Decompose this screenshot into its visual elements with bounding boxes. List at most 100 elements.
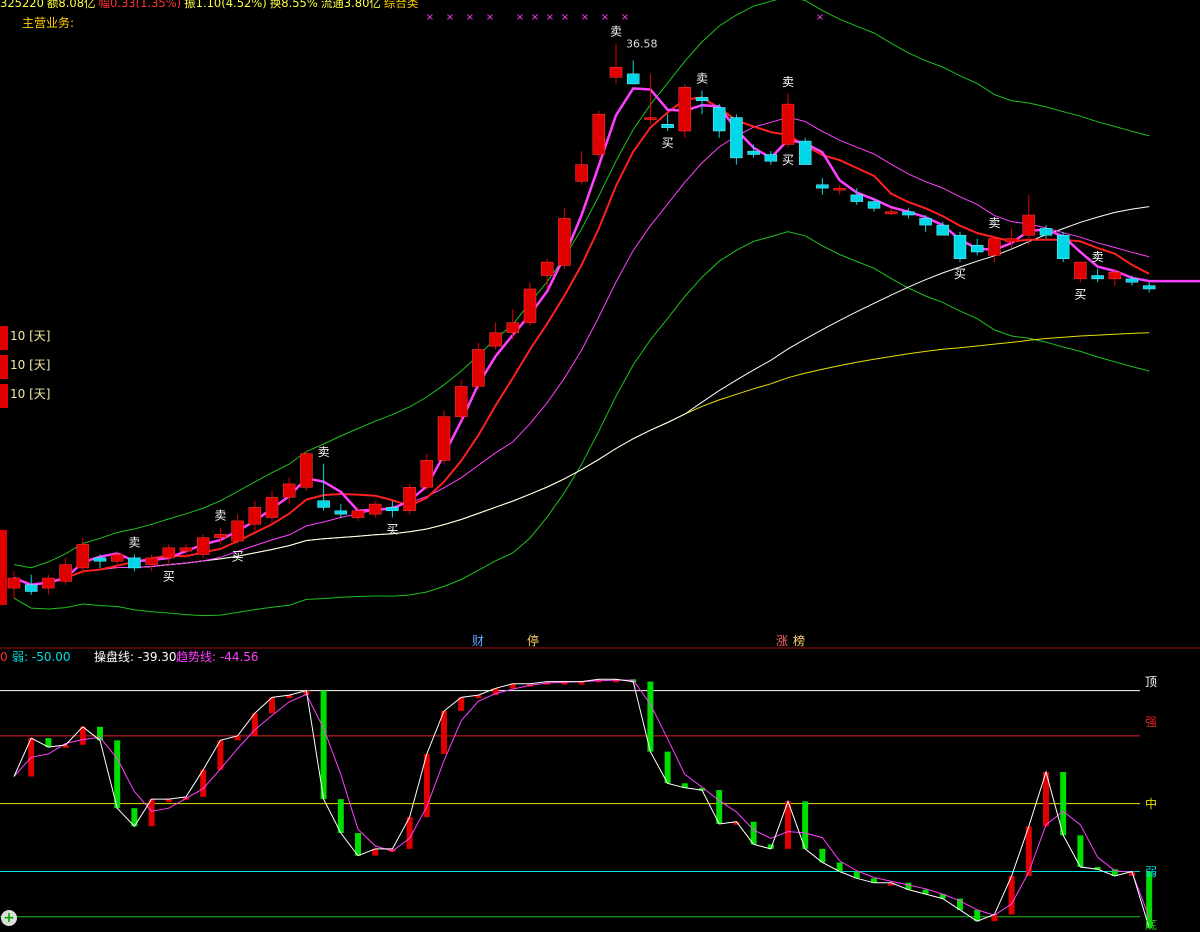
operation-line-value: 操盘线: -39.30	[94, 650, 177, 664]
candle-up	[678, 87, 692, 132]
side-marker-box	[0, 355, 8, 379]
level-label-middle: 中	[1145, 797, 1158, 811]
top-marker: ×	[816, 12, 824, 23]
candle-down	[695, 97, 709, 101]
candle-down	[626, 73, 640, 85]
candle-up	[988, 238, 1001, 256]
top-marker: ×	[486, 12, 494, 23]
candle-up	[1108, 271, 1122, 280]
upper-band-line	[13, 0, 1150, 569]
candle-up	[833, 187, 846, 191]
top-marker: ×	[531, 12, 539, 23]
candle-up	[437, 416, 451, 461]
top-marker: ×	[466, 12, 474, 23]
buy-signal: 买	[1074, 287, 1086, 301]
float: 流通3.80亿	[320, 0, 381, 10]
sell-signal: 卖	[610, 25, 622, 39]
level-label-strong: 强	[1145, 715, 1158, 729]
candle-up	[76, 544, 90, 569]
candle-up	[179, 547, 193, 552]
candle-down	[970, 245, 984, 253]
candle-up	[575, 164, 588, 182]
candle-up	[420, 460, 434, 488]
side-volume-box	[0, 530, 7, 605]
candle-up	[368, 503, 382, 515]
change: 幅0.33(1.35%)	[98, 0, 182, 10]
candle-down	[919, 218, 932, 226]
candle-down	[816, 184, 829, 189]
level-label-top: 顶	[1145, 675, 1158, 689]
code-fragment: 325220	[0, 0, 44, 10]
sell-signal: 卖	[1092, 250, 1104, 264]
top-marker: ×	[581, 12, 589, 23]
side-marker-box	[0, 384, 8, 408]
candle-down	[764, 154, 778, 162]
candle-down	[902, 211, 915, 216]
buy-signal: 买	[782, 153, 794, 167]
amplitude: 振1.10(4.52%)	[184, 0, 267, 10]
candle-up	[59, 564, 72, 582]
candle-up	[506, 322, 520, 333]
peak-price-label: 36.58	[626, 38, 658, 51]
candle-up	[644, 117, 657, 120]
candle-down	[798, 140, 812, 165]
candle-up	[351, 510, 365, 518]
buy-signal: 买	[232, 549, 244, 563]
candle-up	[7, 577, 21, 589]
candle-down	[24, 584, 38, 592]
candle-up	[42, 577, 55, 589]
candle-down	[128, 557, 141, 569]
candle-up	[472, 349, 485, 387]
event-marker-finance[interactable]: 财	[472, 634, 484, 648]
candle-down	[867, 201, 881, 209]
top-marker: ×	[621, 12, 629, 23]
candle-up	[540, 261, 554, 276]
rating: 综合类	[383, 0, 419, 10]
candle-down	[712, 107, 726, 132]
candle-up	[162, 547, 176, 559]
side-marker-box	[0, 326, 8, 350]
candle-down	[1091, 275, 1104, 280]
candle-down	[386, 507, 399, 512]
buy-signal: 买	[163, 570, 175, 584]
candle-down	[661, 124, 674, 128]
top-marker: ×	[601, 12, 609, 23]
candle-up	[145, 557, 158, 565]
turnover: 换8.55%	[269, 0, 318, 10]
candle-up	[248, 507, 262, 525]
candle-down	[1142, 285, 1156, 290]
top-marker: ×	[446, 12, 454, 23]
event-marker-list[interactable]: 榜	[793, 634, 805, 648]
candle-up	[196, 537, 210, 555]
amount: 额8.08亿	[46, 0, 96, 10]
main-business-label: 主营业务:	[22, 16, 75, 30]
candle-up	[110, 554, 124, 562]
candle-up	[454, 386, 468, 417]
top-marker: ×	[561, 12, 569, 23]
candle-down	[317, 500, 330, 508]
stock-header: 325220 额8.08亿 幅0.33(1.35%) 振1.10(4.52%) 换8.5…	[0, 0, 421, 10]
ma-5-line	[13, 87, 1200, 587]
candle-up	[300, 453, 313, 488]
candle-down	[730, 117, 743, 159]
trend-line-value: 趋势线: -44.56	[176, 650, 259, 664]
candle-up	[609, 66, 623, 78]
buy-signal: 买	[954, 267, 966, 281]
candle-down	[1056, 234, 1070, 259]
add-indicator-icon[interactable]: +	[1, 910, 17, 926]
candle-up	[1005, 238, 1018, 243]
event-marker-limit-up[interactable]: 涨	[776, 634, 788, 648]
side-label: 10 [天]	[10, 329, 51, 343]
candle-up	[489, 332, 502, 347]
buy-signal: 买	[386, 523, 398, 537]
candle-up	[1074, 261, 1087, 280]
top-marker: ×	[546, 12, 554, 23]
price-chart: × × × × × × × × × × × ×36.58卖买卖买卖买卖买卖 卖买卖买卖买	[0, 0, 1200, 929]
event-marker-halt[interactable]: 停	[527, 634, 539, 648]
sell-signal: 卖	[214, 509, 226, 523]
candle-up	[523, 288, 537, 323]
top-marker: ×	[426, 12, 434, 23]
sell-signal: 卖	[782, 75, 794, 89]
candle-down	[747, 150, 760, 155]
indicator-weak-value: 弱: -50.00	[12, 650, 71, 664]
